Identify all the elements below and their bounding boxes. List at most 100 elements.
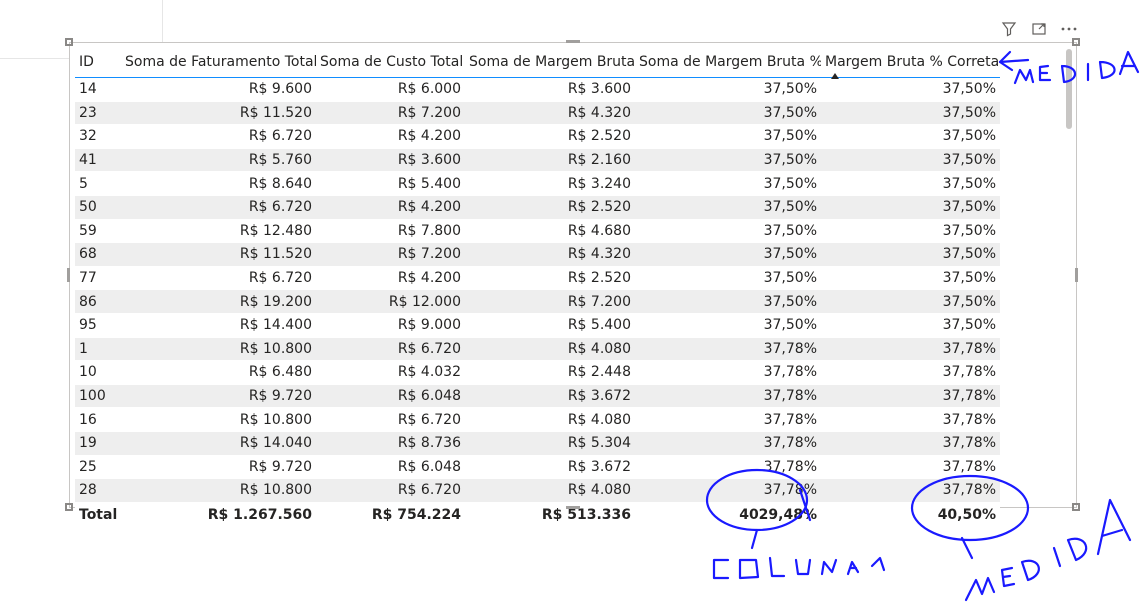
resize-handle-left[interactable] bbox=[67, 268, 70, 282]
table-cell: 37,50% bbox=[821, 289, 1000, 314]
table-cell: 100 bbox=[75, 384, 121, 409]
table-row[interactable]: 14 R$ 9.600 R$ 6.000 R$ 3.600 37,50% 37,50% bbox=[75, 77, 1000, 102]
column-header[interactable]: Soma de Faturamento Total bbox=[121, 47, 316, 78]
table-cell: 68 bbox=[75, 242, 121, 267]
table-header-row: ID Soma de Faturamento Total Soma de Custo… bbox=[75, 47, 1000, 78]
table-row[interactable]: 100 R$ 9.720 R$ 6.048 R$ 3.672 37,78% 37,78% bbox=[75, 384, 1000, 409]
table-cell: R$ 11.520 bbox=[121, 101, 316, 126]
table-cell: R$ 11.520 bbox=[121, 242, 316, 267]
table-row[interactable]: 10 R$ 6.480 R$ 4.032 R$ 2.448 37,78% 37,78% bbox=[75, 360, 1000, 385]
vertical-scrollbar[interactable] bbox=[1066, 49, 1072, 129]
table-cell: 37,50% bbox=[635, 148, 821, 173]
table-row[interactable]: 19 R$ 14.040 R$ 8.736 R$ 5.304 37,78% 37,78% bbox=[75, 431, 1000, 456]
table-cell: R$ 3.600 bbox=[465, 77, 635, 102]
table-row[interactable]: 77 R$ 6.720 R$ 4.200 R$ 2.520 37,50% 37,50% bbox=[75, 266, 1000, 291]
table-cell: 37,50% bbox=[821, 101, 1000, 126]
table-cell: R$ 19.200 bbox=[121, 289, 316, 314]
table-row[interactable]: 28 R$ 10.800 R$ 6.720 R$ 4.080 37,78% 37,78% bbox=[75, 478, 1000, 503]
table-cell: R$ 6.720 bbox=[316, 337, 465, 362]
table-cell: R$ 6.048 bbox=[316, 455, 465, 480]
table-cell: 37,50% bbox=[821, 313, 1000, 338]
table-cell: 86 bbox=[75, 289, 121, 314]
table-cell: R$ 3.240 bbox=[465, 171, 635, 196]
column-header[interactable]: Soma de Margem Bruta bbox=[465, 47, 635, 78]
table-cell: 37,50% bbox=[635, 195, 821, 220]
column-header[interactable]: Soma de Custo Total bbox=[316, 47, 465, 78]
table-cell: 37,78% bbox=[635, 455, 821, 480]
table-row[interactable]: 68 R$ 11.520 R$ 7.200 R$ 4.320 37,50% 37,50% bbox=[75, 242, 1000, 267]
table-row[interactable]: 16 R$ 10.800 R$ 6.720 R$ 4.080 37,78% 37,78% bbox=[75, 407, 1000, 432]
filter-icon[interactable] bbox=[1000, 20, 1018, 38]
table-cell: R$ 10.800 bbox=[121, 478, 316, 503]
table-row[interactable]: 23 R$ 11.520 R$ 7.200 R$ 4.320 37,50% 37,50% bbox=[75, 101, 1000, 126]
table-cell: 37,78% bbox=[635, 360, 821, 385]
table-cell: 37,50% bbox=[635, 266, 821, 291]
resize-handle-bottom-right[interactable] bbox=[1072, 503, 1080, 511]
table-cell: 19 bbox=[75, 431, 121, 456]
table-cell: R$ 6.048 bbox=[316, 384, 465, 409]
table-cell: R$ 7.200 bbox=[316, 242, 465, 267]
table-cell: 1 bbox=[75, 337, 121, 362]
table-row[interactable]: 59 R$ 12.480 R$ 7.800 R$ 4.680 37,50% 37,50% bbox=[75, 219, 1000, 244]
table-cell: R$ 5.400 bbox=[465, 313, 635, 338]
table-cell: 5 bbox=[75, 171, 121, 196]
data-table: ID Soma de Faturamento Total Soma de Custo… bbox=[75, 47, 1000, 527]
table-cell: R$ 10.800 bbox=[121, 407, 316, 432]
column-header[interactable]: ID bbox=[75, 47, 121, 78]
table-cell: R$ 5.400 bbox=[316, 171, 465, 196]
table-cell: R$ 4.320 bbox=[465, 101, 635, 126]
table-cell: R$ 9.720 bbox=[121, 455, 316, 480]
resize-handle-top-right[interactable] bbox=[1072, 38, 1080, 46]
visual-header-toolbar bbox=[1000, 20, 1078, 38]
table-row[interactable]: 86 R$ 19.200 R$ 12.000 R$ 7.200 37,50% 37,50% bbox=[75, 289, 1000, 314]
table-cell: R$ 8.640 bbox=[121, 171, 316, 196]
total-cell: R$ 513.336 bbox=[465, 502, 635, 527]
table-row[interactable]: 95 R$ 14.400 R$ 9.000 R$ 5.400 37,50% 37,50% bbox=[75, 313, 1000, 338]
table-cell: R$ 9.600 bbox=[121, 77, 316, 102]
focus-mode-icon[interactable] bbox=[1030, 20, 1048, 38]
table-cell: 23 bbox=[75, 101, 121, 126]
table-cell: 32 bbox=[75, 124, 121, 149]
table-row[interactable]: 50 R$ 6.720 R$ 4.200 R$ 2.520 37,50% 37,50% bbox=[75, 195, 1000, 220]
ink-coluna-text bbox=[712, 556, 886, 580]
column-header[interactable]: Soma de Margem Bruta % bbox=[635, 47, 821, 78]
table-cell: R$ 7.800 bbox=[316, 219, 465, 244]
table-cell: R$ 5.760 bbox=[121, 148, 316, 173]
resize-handle-bottom-left[interactable] bbox=[65, 503, 73, 511]
table-cell: R$ 14.400 bbox=[121, 313, 316, 338]
resize-handle-top[interactable] bbox=[566, 40, 580, 43]
table-cell: R$ 4.320 bbox=[465, 242, 635, 267]
table-row[interactable]: 5 R$ 8.640 R$ 5.400 R$ 3.240 37,50% 37,50% bbox=[75, 171, 1000, 196]
table-cell: R$ 2.520 bbox=[465, 266, 635, 291]
table-cell: R$ 9.000 bbox=[316, 313, 465, 338]
table-cell: R$ 6.480 bbox=[121, 360, 316, 385]
resize-handle-top-left[interactable] bbox=[65, 38, 73, 46]
table-cell: 95 bbox=[75, 313, 121, 338]
table-row[interactable]: 32 R$ 6.720 R$ 4.200 R$ 2.520 37,50% 37,50% bbox=[75, 124, 1000, 149]
table-row[interactable]: 1 R$ 10.800 R$ 6.720 R$ 4.080 37,78% 37,78% bbox=[75, 337, 1000, 362]
table-total-row: Total R$ 1.267.560 R$ 754.224 R$ 513.336 402… bbox=[75, 502, 1000, 527]
table-cell: 37,50% bbox=[821, 195, 1000, 220]
more-options-icon[interactable] bbox=[1060, 20, 1078, 38]
sort-ascending-icon[interactable] bbox=[831, 73, 839, 79]
table-body-area: ID Soma de Faturamento Total Soma de Custo… bbox=[75, 47, 1000, 527]
table-row[interactable]: 41 R$ 5.760 R$ 3.600 R$ 2.160 37,50% 37,50% bbox=[75, 148, 1000, 173]
resize-handle-bottom[interactable] bbox=[566, 506, 580, 509]
table-cell: 16 bbox=[75, 407, 121, 432]
table-cell: 37,50% bbox=[635, 101, 821, 126]
table-cell: 37,78% bbox=[635, 407, 821, 432]
table-rows: 14 R$ 9.600 R$ 6.000 R$ 3.600 37,50% 37,50% 23… bbox=[75, 77, 1000, 503]
table-cell: 37,50% bbox=[635, 289, 821, 314]
total-cell: R$ 754.224 bbox=[316, 502, 465, 527]
table-cell: 37,78% bbox=[821, 478, 1000, 503]
column-header[interactable]: Margem Bruta % Correta bbox=[821, 47, 1000, 78]
table-cell: R$ 7.200 bbox=[465, 289, 635, 314]
table-row[interactable]: 25 R$ 9.720 R$ 6.048 R$ 3.672 37,78% 37,78% bbox=[75, 455, 1000, 480]
total-cell: 40,50% bbox=[821, 502, 1000, 527]
total-cell: R$ 1.267.560 bbox=[121, 502, 316, 527]
table-cell: 37,50% bbox=[635, 219, 821, 244]
table-cell: R$ 4.200 bbox=[316, 124, 465, 149]
resize-handle-right[interactable] bbox=[1075, 268, 1078, 282]
table-visual[interactable]: ID Soma de Faturamento Total Soma de Custo… bbox=[69, 42, 1077, 527]
table-cell: 37,50% bbox=[821, 171, 1000, 196]
